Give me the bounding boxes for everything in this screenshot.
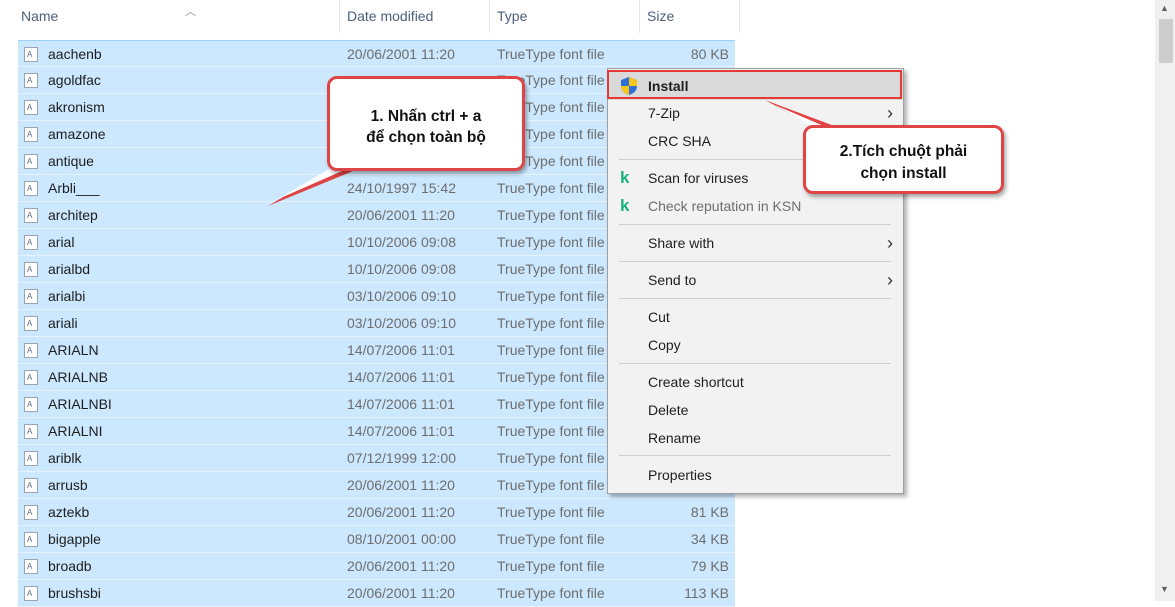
callout-step-1: 1. Nhấn ctrl + a để chọn toàn bộ: [327, 76, 525, 171]
callout-arrows: [268, 100, 845, 206]
callout-step-2: 2.Tích chuột phải chọn install: [803, 125, 1004, 194]
